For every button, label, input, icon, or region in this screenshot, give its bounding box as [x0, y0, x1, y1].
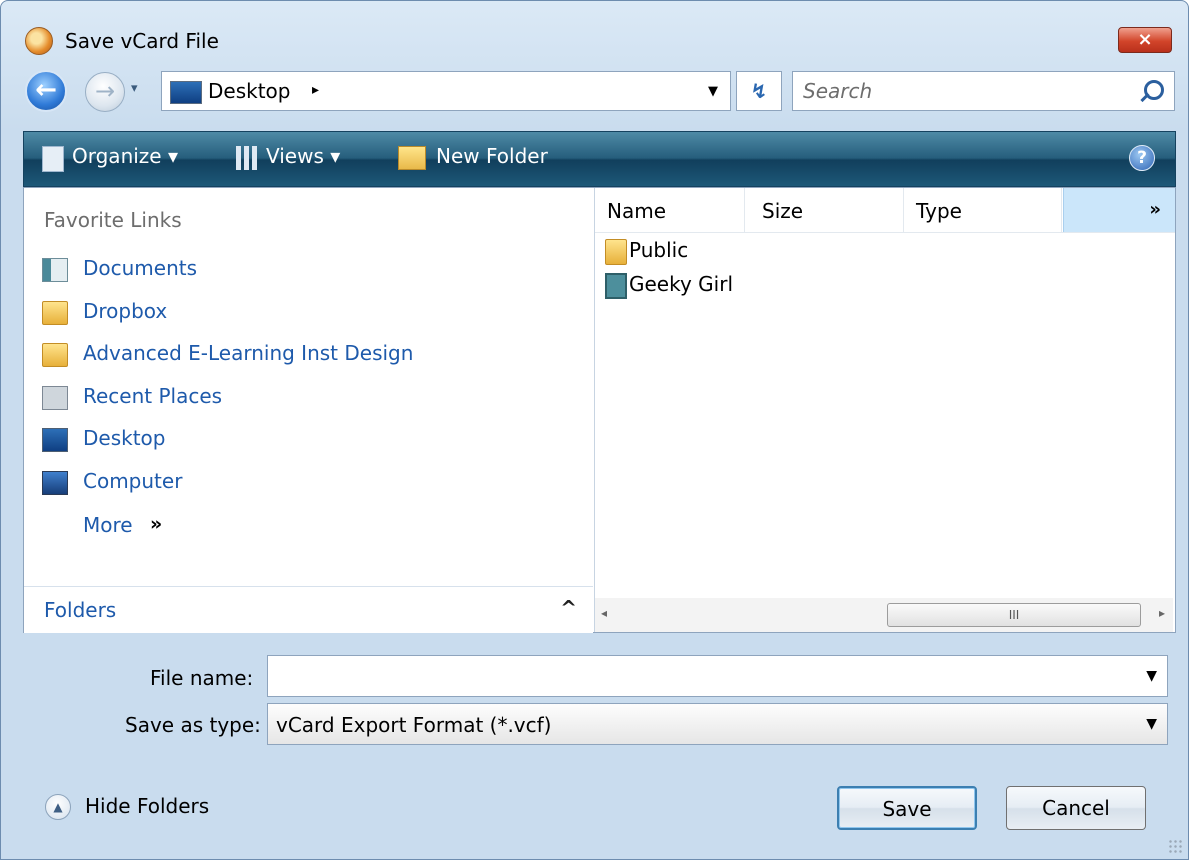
save-as-type-select[interactable]: vCard Export Format (*.vcf) ▼	[267, 703, 1168, 745]
favorite-link-computer[interactable]: Computer	[24, 465, 584, 501]
column-header-size[interactable]: Size	[750, 188, 904, 232]
desktop-icon	[170, 81, 202, 104]
file-name-input[interactable]	[268, 656, 1128, 696]
forward-button[interactable]: →	[85, 72, 125, 112]
file-name-label: File name:	[150, 666, 254, 690]
column-header-label: Name	[607, 199, 667, 223]
favorite-link-documents[interactable]: Documents	[24, 252, 584, 288]
folders-bar[interactable]: Folders ^	[24, 586, 593, 633]
favorite-link-advanced-elearning[interactable]: Advanced E-Learning Inst Design	[24, 337, 584, 373]
search-icon[interactable]	[1144, 80, 1164, 100]
scroll-left-arrow-icon[interactable]: ◂	[601, 606, 607, 620]
search-box[interactable]	[792, 71, 1175, 111]
folders-expand-chevron-icon[interactable]: ^	[560, 596, 577, 620]
save-button[interactable]: Save	[837, 786, 977, 830]
favorite-link-dropbox[interactable]: Dropbox	[24, 295, 584, 331]
file-name: Public	[629, 238, 689, 262]
address-dropdown-icon[interactable]: ▼	[708, 84, 718, 99]
more-columns-chevron-icon: »	[1149, 199, 1161, 220]
column-header-row: Name Size Type »	[595, 188, 1175, 233]
favorite-link-label: Recent Places	[83, 384, 223, 408]
hide-folders-button[interactable]: Hide Folders	[85, 794, 209, 818]
help-icon[interactable]: ?	[1129, 145, 1155, 171]
computer-icon	[42, 471, 68, 495]
file-name: Geeky Girl	[629, 272, 734, 296]
favorite-link-label: Dropbox	[83, 299, 168, 323]
organize-icon	[42, 146, 64, 172]
file-name-combobox[interactable]: ▼	[267, 655, 1168, 697]
favorite-link-label: Advanced E-Learning Inst Design	[83, 341, 414, 365]
views-icon	[236, 146, 258, 170]
search-input[interactable]	[793, 72, 1123, 110]
app-icon	[25, 27, 53, 55]
documents-icon	[42, 258, 68, 282]
scrollbar-thumb[interactable]: III	[887, 603, 1141, 627]
file-item-public[interactable]: Public	[595, 234, 895, 268]
more-columns-button[interactable]: »	[1063, 188, 1175, 232]
window-title: Save vCard File	[65, 29, 219, 53]
navigation-pane: Favorite Links Documents Dropbox Advance…	[24, 188, 595, 633]
file-list-pane: Name Size Type » Public Geeky Girl ◂ III…	[595, 188, 1175, 632]
folder-icon	[605, 239, 627, 265]
title-bar[interactable]: Save vCard File ×	[1, 1, 1188, 67]
contact-icon	[605, 273, 627, 299]
column-header-label: Size	[762, 199, 804, 223]
column-header-type[interactable]: Type	[904, 188, 1062, 232]
column-header-label: Type	[916, 199, 962, 223]
address-chevron-icon[interactable]: ▸	[312, 82, 319, 98]
folders-label: Folders	[44, 598, 117, 622]
browser-panel: Favorite Links Documents Dropbox Advance…	[23, 187, 1176, 633]
favorite-link-recent-places[interactable]: Recent Places	[24, 380, 584, 416]
cancel-button[interactable]: Cancel	[1006, 786, 1146, 830]
favorite-link-desktop[interactable]: Desktop	[24, 422, 584, 458]
save-as-type-value: vCard Export Format (*.vcf)	[276, 713, 552, 737]
more-chevron-icon[interactable]: »	[150, 513, 162, 535]
hide-folders-arrow-icon[interactable]: ▲	[45, 794, 71, 820]
recent-places-icon	[42, 386, 68, 410]
favorite-links-heading: Favorite Links	[44, 208, 182, 232]
column-header-name[interactable]: Name	[595, 188, 745, 232]
history-dropdown-icon[interactable]: ▾	[131, 81, 138, 96]
command-toolbar: Organize ▾ Views ▾ New Folder ?	[23, 131, 1176, 187]
resize-grip[interactable]	[1168, 839, 1182, 853]
scroll-right-arrow-icon[interactable]: ▸	[1159, 606, 1165, 620]
address-location[interactable]: Desktop	[208, 79, 290, 103]
favorite-link-label: Computer	[83, 469, 183, 493]
new-folder-button[interactable]: New Folder	[436, 144, 548, 168]
back-button[interactable]: ←	[25, 70, 67, 112]
save-as-type-label: Save as type:	[125, 713, 261, 737]
folder-icon	[42, 343, 68, 367]
file-name-dropdown-icon[interactable]: ▼	[1146, 668, 1157, 684]
favorite-link-label: Documents	[83, 256, 198, 280]
refresh-button[interactable]: ↯	[736, 71, 782, 111]
more-links-link[interactable]: More	[83, 513, 133, 537]
folder-icon	[42, 301, 68, 325]
address-bar[interactable]: Desktop ▸ ▼	[161, 71, 731, 111]
close-button[interactable]: ×	[1118, 27, 1172, 53]
horizontal-scrollbar[interactable]: ◂ III ▸	[595, 598, 1173, 632]
desktop-icon	[42, 428, 68, 452]
new-folder-icon	[398, 146, 426, 170]
save-as-type-dropdown-icon[interactable]: ▼	[1146, 716, 1157, 732]
save-dialog-window: Save vCard File × ← → ▾ Desktop ▸ ▼ ↯ Or…	[0, 0, 1189, 860]
favorite-link-label: Desktop	[83, 426, 166, 450]
organize-menu[interactable]: Organize ▾	[72, 144, 178, 168]
views-menu[interactable]: Views ▾	[266, 144, 340, 168]
file-item-geeky-girl[interactable]: Geeky Girl	[595, 268, 895, 302]
